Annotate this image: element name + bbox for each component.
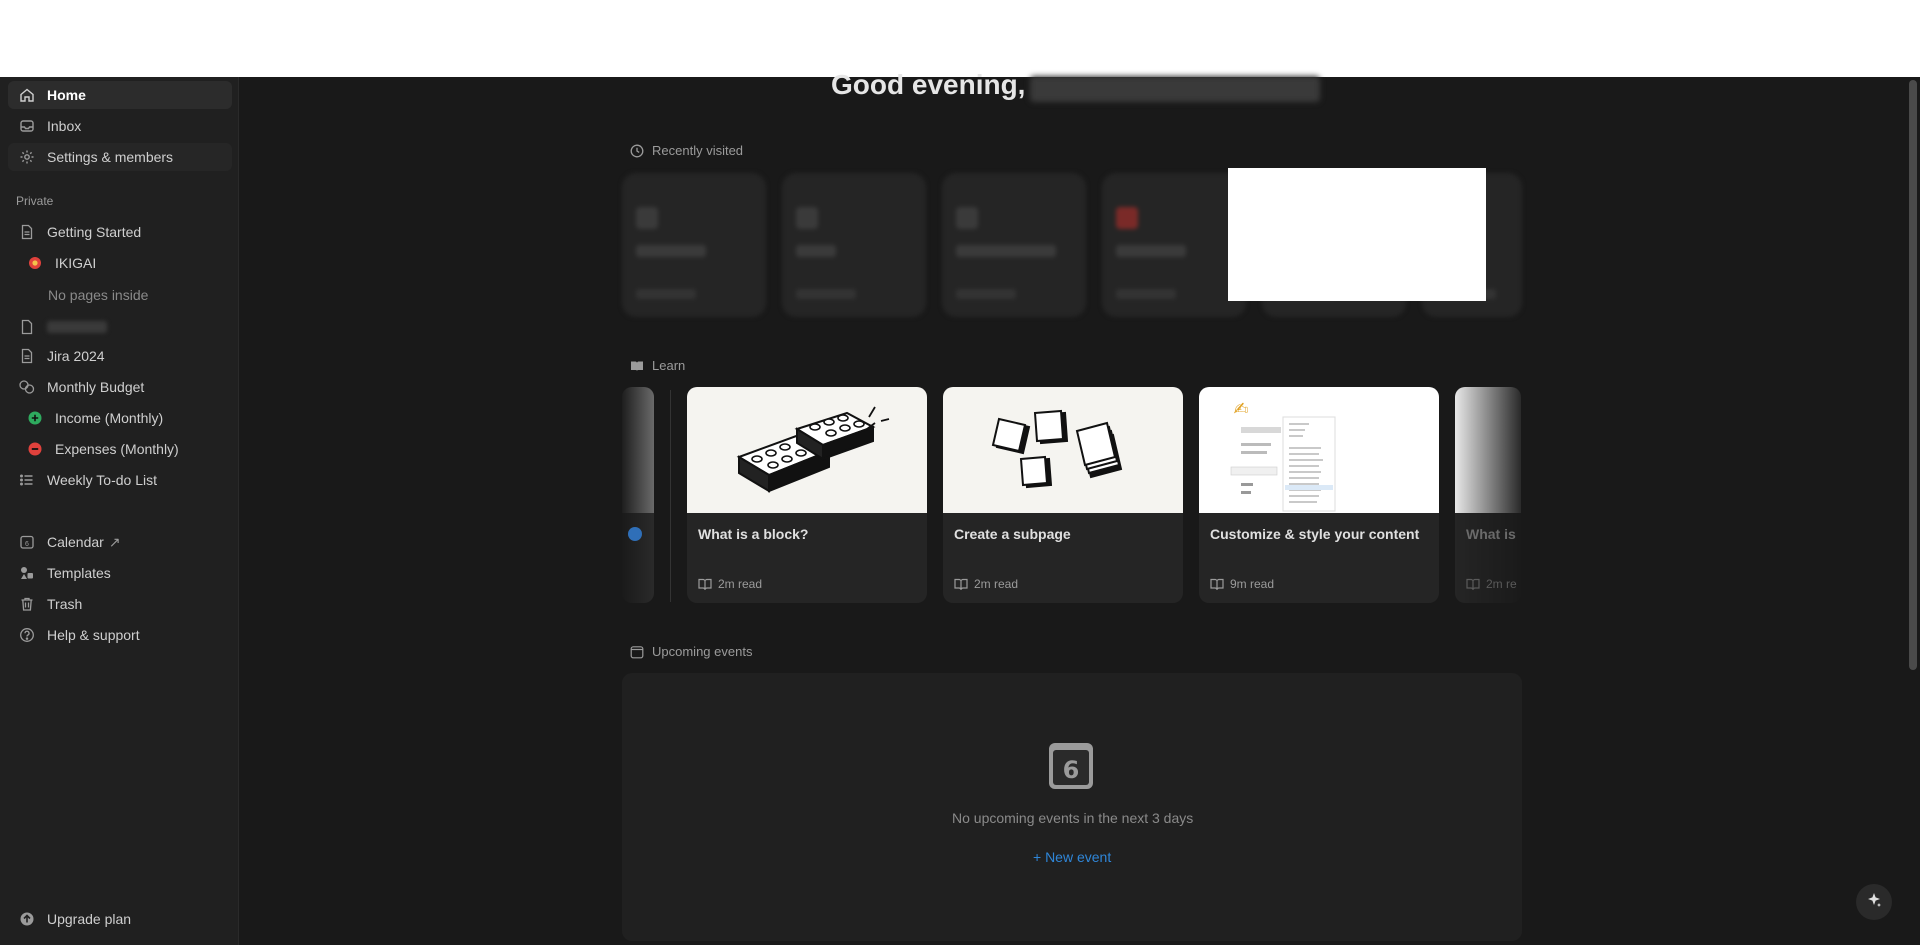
home-icon [18,86,36,104]
book-open-icon [1210,578,1224,590]
scrollbar-thumb[interactable] [1909,80,1917,670]
external-link-icon: ↗ [108,533,121,550]
learn-card-title: What is a block? [698,526,809,542]
sidebar-item-label: Templates [47,565,111,581]
learn-card-create-a-subpage[interactable]: Create a subpage 2m read [943,387,1183,603]
page-icon [18,223,36,241]
learn-card-partial-left[interactable] [622,387,654,603]
book-open-icon [1466,578,1480,590]
learn-card-meta: 2m re [1466,577,1517,591]
sidebar-item-templates[interactable]: Templates [8,559,232,587]
page-icon [18,347,36,365]
sidebar-item-income-monthly[interactable]: Income (Monthly) [8,404,232,432]
private-section-label: Private [16,194,54,208]
sidebar-item-monthly-budget[interactable]: Monthly Budget [8,373,232,401]
sidebar-item-weekly-todo[interactable]: Weekly To-do List [8,466,232,494]
upcoming-events-header: Upcoming events [630,644,752,659]
upgrade-icon [18,910,36,928]
sidebar-item-help-support[interactable]: Help & support [8,621,232,649]
no-upcoming-events-text: No upcoming events in the next 3 days [952,810,1194,826]
upgrade-plan-label: Upgrade plan [47,911,132,927]
check-circle-icon [628,527,642,541]
ikigai-emoji-icon [26,254,44,272]
sidebar-item-label: Settings & members [47,149,174,165]
learn-card-title: What is [1466,526,1516,542]
learn-card-meta: 2m read [954,577,1018,591]
upgrade-plan-button[interactable]: Upgrade plan [8,905,232,933]
learn-card-what-is-a-block[interactable]: What is a block? 2m read [687,387,927,603]
calendar-icon: 6 [18,533,36,551]
calendar-icon [630,645,644,659]
clock-icon [630,144,644,158]
sidebar-item-getting-started[interactable]: Getting Started [8,218,232,246]
sidebar: Home Inbox Settings & members Private Ge… [0,77,239,945]
coins-icon [18,378,36,396]
style-menu-screenshot-illustration: ✍ [1199,387,1439,513]
help-icon [18,626,36,644]
svg-text:6: 6 [25,541,29,548]
upcoming-events-panel [622,673,1522,941]
no-pages-inside-text: No pages inside [48,287,149,303]
sidebar-item-blurred-page[interactable] [8,313,232,341]
learn-header: Learn [630,358,685,373]
sidebar-item-home[interactable]: Home [8,81,232,109]
learn-card-meta: 9m read [1210,577,1274,591]
blurred-user-name [1030,76,1320,102]
recent-page-card[interactable] [622,173,766,317]
sidebar-item-trash[interactable]: Trash [8,590,232,618]
list-icon [18,471,36,489]
sidebar-item-settings[interactable]: Settings & members [8,143,232,171]
sidebar-item-label: Inbox [47,118,82,134]
sidebar-item-expenses-monthly[interactable]: Expenses (Monthly) [8,435,232,463]
sidebar-item-label: IKIGAI [55,255,97,271]
learn-divider [670,390,671,602]
learn-card-meta: 2m read [698,577,762,591]
learn-card-partial-right[interactable]: What is 2m re [1455,387,1521,603]
book-open-icon [954,578,968,590]
sidebar-item-label: Trash [47,596,83,612]
sidebar-item-label: Income (Monthly) [55,410,164,426]
learn-card-customize-style[interactable]: ✍ Customize & style your content 9m read [1199,387,1439,603]
blurred-label [47,321,107,333]
new-event-button[interactable]: + New event [1033,849,1111,865]
minus-circle-icon [26,440,44,458]
book-open-icon [698,578,712,590]
sidebar-item-label: Weekly To-do List [47,472,157,488]
sidebar-item-label: Help & support [47,627,140,643]
sparkle-icon [1866,892,1882,913]
recently-visited-header: Recently visited [630,143,743,158]
sidebar-item-label: Jira 2024 [47,348,105,364]
sidebar-item-ikigai[interactable]: IKIGAI [8,249,232,277]
calendar-day-icon: 6 [1048,742,1094,790]
trash-icon [18,595,36,613]
page-icon [18,318,36,336]
learn-card-title: Customize & style your content [1210,526,1420,542]
recent-page-card[interactable] [1102,173,1246,317]
lego-blocks-illustration [687,387,927,513]
sidebar-item-label: Home [47,87,86,103]
sidebar-item-label: Calendar [47,534,104,550]
stacked-pages-illustration [943,387,1183,513]
recent-page-card[interactable] [942,173,1086,317]
learn-card-title: Create a subpage [954,526,1071,542]
sidebar-item-label: Expenses (Monthly) [55,441,179,457]
sidebar-item-label: Monthly Budget [47,379,145,395]
sidebar-item-inbox[interactable]: Inbox [8,112,232,140]
greeting-title: Good evening, [831,69,1026,100]
ai-assistant-button[interactable] [1856,884,1892,920]
top-bar [0,0,1920,77]
svg-text:✍: ✍ [1233,399,1248,420]
gear-icon [18,148,36,166]
redacted-overlay [1228,168,1486,301]
recent-page-card[interactable] [782,173,926,317]
sidebar-item-label: Getting Started [47,224,142,240]
inbox-icon [18,117,36,135]
sidebar-item-calendar[interactable]: 6 Calendar ↗ [8,528,232,556]
plus-circle-icon [26,409,44,427]
book-open-icon [630,359,644,373]
sidebar-item-jira-2024[interactable]: Jira 2024 [8,342,232,370]
templates-icon [18,564,36,582]
